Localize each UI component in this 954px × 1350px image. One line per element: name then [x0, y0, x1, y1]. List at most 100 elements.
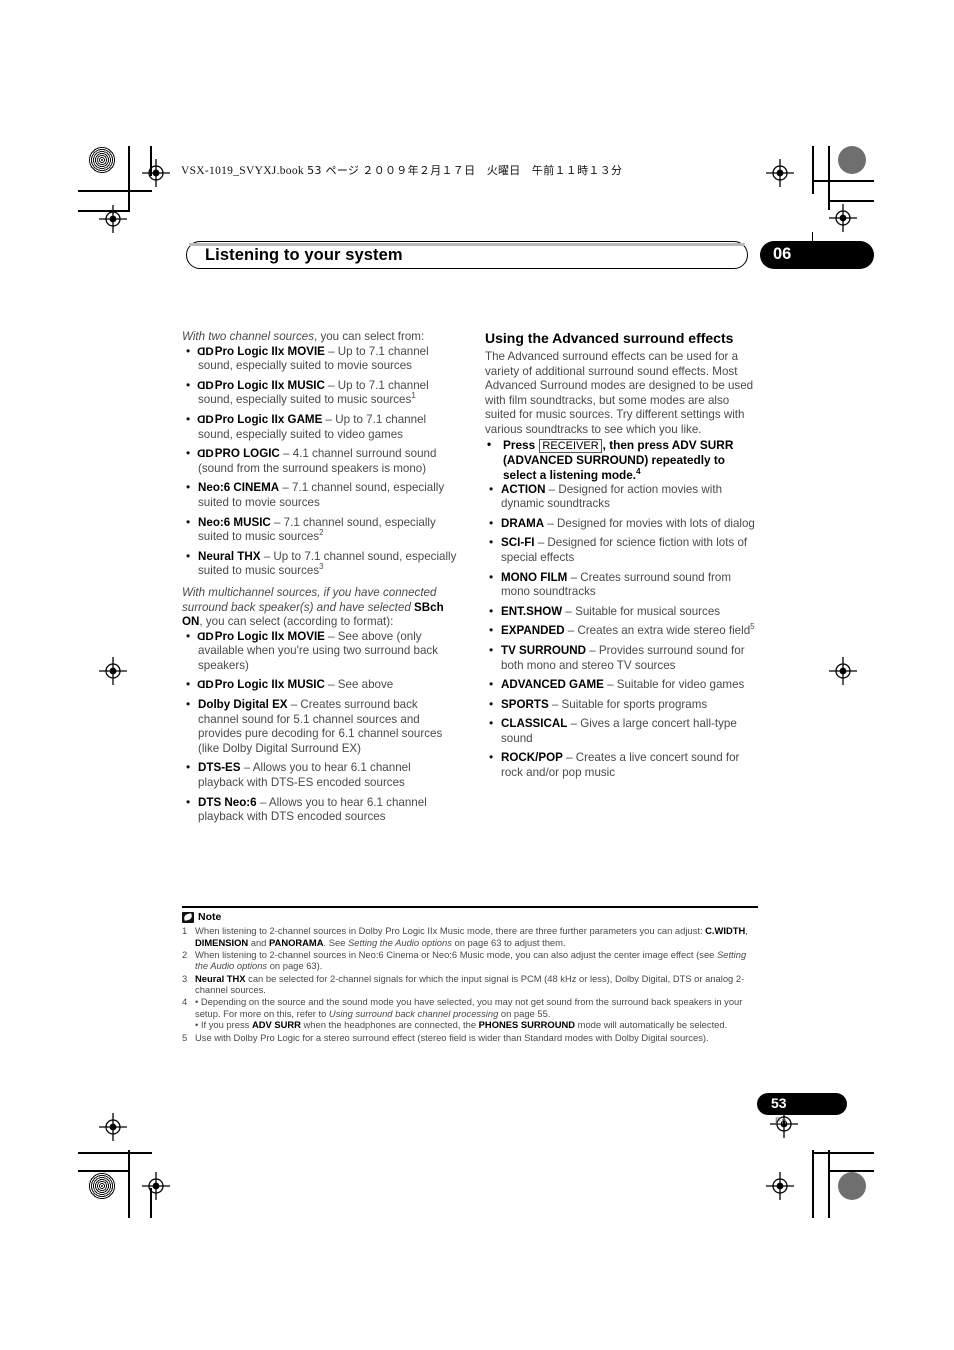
page-language-label: En [775, 1116, 787, 1127]
mode-name: Pro Logic IIx GAME [214, 412, 323, 426]
mode-name: Dolby Digital EX [198, 698, 288, 712]
dolby-double-d-icon: DD [198, 379, 214, 392]
list-item-two-channel-mode: Neo:6 CINEMA – 7.1 channel sound, especi… [182, 480, 458, 510]
footnote-number: 4 [182, 996, 188, 1008]
footnote-text: and [248, 936, 269, 948]
footnote-list: 1 When listening to 2-channel sources in … [182, 925, 758, 1043]
footnote-ref: 1 [411, 391, 416, 401]
left-lead-1: With two channel sources, you can select… [182, 330, 458, 345]
left-lead-1-rest: , you can select from: [314, 330, 425, 343]
footnote-number: 5 [182, 1031, 188, 1043]
list-item-advanced-mode: SCI-FI – Designed for science fiction wi… [485, 535, 761, 565]
footnote-number: 3 [182, 972, 188, 984]
mode-name: SCI-FI [501, 536, 535, 550]
registration-mark-bottom-right [766, 1172, 794, 1200]
footnote-bold-term: Neural THX [195, 972, 246, 984]
mode-description: – Creates an extra wide stereo field [564, 624, 751, 638]
footnote-ref: 2 [319, 528, 324, 538]
mode-description: – Suitable for sports programs [548, 697, 708, 711]
mode-description: – Suitable for musical sources [562, 604, 721, 618]
footnote-bold-term: C.WIDTH [705, 925, 746, 937]
footnote-number: 2 [182, 948, 188, 960]
footnote-text: • If you press [195, 1019, 252, 1031]
mode-name: DTS-ES [198, 761, 241, 775]
registration-mark-top-left [142, 159, 170, 187]
footnote-item: 4 • Depending on the source and the sound… [182, 996, 758, 1031]
registration-mark-top-right [766, 159, 794, 187]
page-number-badge: 53 [757, 1093, 847, 1115]
registration-mark-left-lower [99, 1113, 127, 1141]
registration-mark-bottom-left [142, 1172, 170, 1200]
mode-name: EXPANDED [501, 624, 565, 638]
multichannel-mode-list: DDPro Logic IIx MOVIE – See above (only … [182, 629, 458, 825]
mode-name: Pro Logic IIx MOVIE [214, 629, 325, 643]
footnote-ref: 3 [319, 562, 324, 572]
left-lead-2-b: , you can select (according to format): [199, 615, 394, 629]
footnote-text: on page 63 to adjust them. [451, 936, 566, 948]
mode-description: – See above [324, 678, 394, 692]
list-item-advanced-mode: DRAMA – Designed for movies with lots of… [485, 516, 761, 532]
page-number: 53 [771, 1095, 787, 1111]
mode-name: Pro Logic IIx MOVIE [214, 344, 325, 358]
footnote-bold-term: DIMENSION [195, 936, 249, 948]
receiver-button-key[interactable]: RECEIVER [539, 438, 602, 453]
registration-mark-right-upper [829, 204, 857, 232]
book-page-label: 53 ページ [307, 164, 360, 177]
footnote-italic-ref: Setting the Audio options [348, 936, 452, 948]
dolby-double-d-icon: DD [198, 447, 214, 460]
list-item-two-channel-mode: DDPRO LOGIC – 4.1 channel surround sound… [182, 446, 458, 476]
list-item-two-channel-mode: DDPro Logic IIx GAME – Up to 7.1 channel… [182, 412, 458, 442]
left-lead-1-italic: With two channel sources [182, 330, 314, 343]
footnote-text: when the headphones are connected, the [300, 1019, 479, 1031]
footnote-italic-ref: Using surround back channel processing [328, 1007, 499, 1019]
book-file-name: VSX-1019_SVYXJ.book [181, 165, 304, 177]
footnote-text: on page 55. [498, 1007, 551, 1019]
list-item-multichannel-mode: DDPro Logic IIx MOVIE – See above (only … [182, 629, 458, 674]
footnote-text: Use with Dolby Pro Logic for a stereo su… [195, 1031, 709, 1043]
list-item-two-channel-mode: Neo:6 MUSIC – 7.1 channel sound, especia… [182, 515, 458, 545]
step-pre-text: Press [503, 437, 539, 452]
mode-name: MONO FILM [501, 570, 568, 584]
mode-name: TV SURROUND [501, 643, 587, 657]
registration-mark-left-middle [99, 657, 127, 685]
page-title: Listening to your system [205, 246, 403, 264]
footnote-bold-term: PANORAMA [269, 936, 324, 948]
two-channel-mode-list: DDPro Logic IIx MOVIE – Up to 7.1 channe… [182, 344, 458, 579]
left-lead-2: With multichannel sources, if you have c… [182, 586, 458, 630]
footnote-text: When listening to 2-channel sources in N… [195, 948, 717, 960]
mode-name: PRO LOGIC [214, 447, 280, 461]
list-item-advanced-mode: TV SURROUND – Provides surround sound fo… [485, 643, 761, 673]
rosette-mark-top-right [838, 146, 866, 174]
list-item-multichannel-mode: DTS Neo:6 – Allows you to hear 6.1 chann… [182, 795, 458, 825]
list-item-two-channel-mode: DDPro Logic IIx MUSIC – Up to 7.1 channe… [182, 378, 458, 408]
list-item-multichannel-mode: Dolby Digital EX – Creates surround back… [182, 697, 458, 756]
dolby-double-d-icon: DD [198, 679, 214, 692]
list-item-advanced-mode: ACTION – Designed for action movies with… [485, 482, 761, 512]
footnote-item: 5 Use with Dolby Pro Logic for a stereo s… [182, 1032, 758, 1044]
note-block: Note 1 When listening to 2-channel source… [182, 906, 758, 1044]
left-lead-2-a: With multichannel sources, if you have c… [182, 585, 437, 614]
list-item-two-channel-mode: Neural THX – Up to 7.1 channel sound, es… [182, 549, 458, 579]
footnote-number: 1 [182, 925, 188, 937]
dolby-double-d-icon: DD [198, 345, 214, 358]
footnote-text: . See [323, 936, 349, 948]
mode-name: Pro Logic IIx MUSIC [214, 378, 325, 392]
mode-name: Neo:6 MUSIC [198, 515, 271, 529]
list-item-advanced-mode: MONO FILM – Creates surround sound from … [485, 570, 761, 600]
footnote-text: mode will automatically be selected. [575, 1019, 728, 1031]
mode-name: ACTION [501, 482, 546, 496]
mode-name: SPORTS [501, 697, 549, 711]
mode-name: ENT.SHOW [501, 604, 563, 618]
mode-name: Neural THX [198, 549, 261, 563]
advanced-surround-mode-list: ACTION – Designed for action movies with… [485, 482, 761, 781]
footnote-text: can be selected for 2-channel signals fo… [195, 972, 745, 996]
registration-mark-left-upper [99, 205, 127, 233]
step-footnote-ref: 4 [636, 466, 641, 476]
note-label: Note [198, 911, 222, 924]
list-item-advanced-mode: ADVANCED GAME – Suitable for video games [485, 677, 761, 693]
footnote-item: 3 Neural THX can be selected for 2-channe… [182, 973, 758, 996]
pencil-icon [182, 911, 194, 923]
mode-name: DRAMA [501, 516, 545, 530]
chapter-number-label: 06 [773, 245, 792, 263]
list-item-advanced-mode: SPORTS – Suitable for sports programs [485, 697, 761, 713]
